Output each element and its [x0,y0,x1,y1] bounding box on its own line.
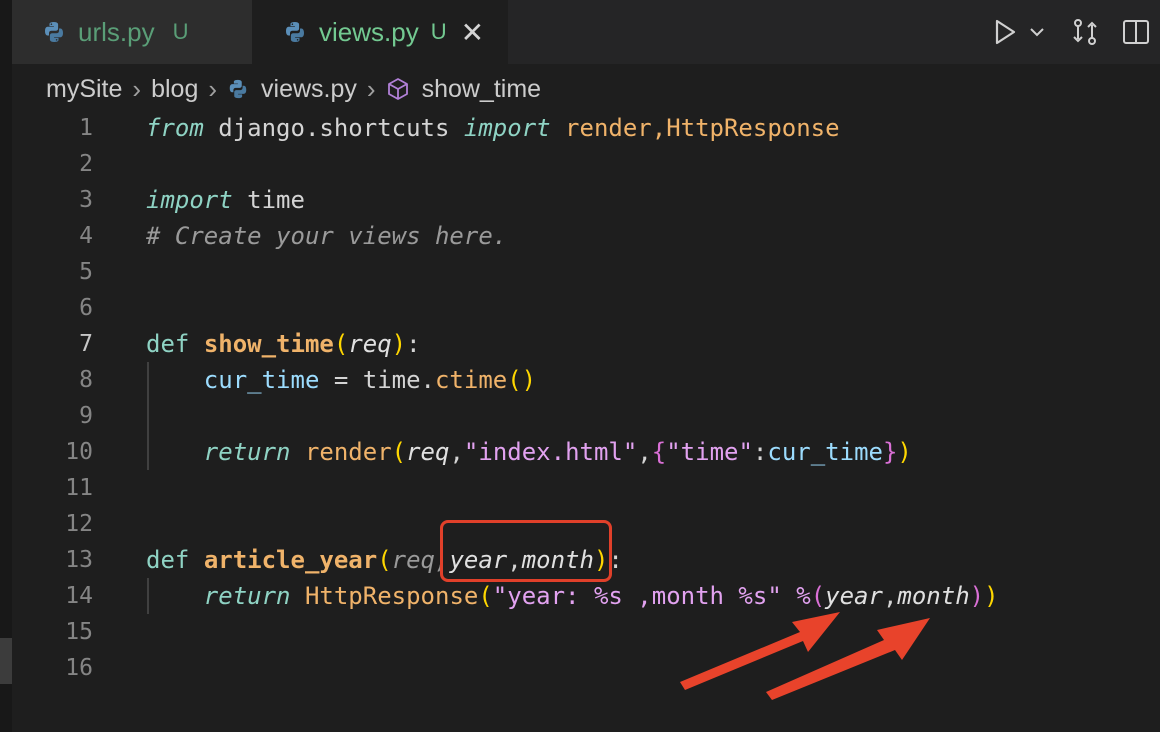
line-number: 10 [65,439,93,465]
code-line: 2 [0,146,1160,182]
breadcrumb-item-blog[interactable]: blog [151,75,198,104]
line-number: 15 [65,619,93,645]
line-number-active: 7 [79,331,93,357]
python-file-icon [286,22,304,42]
code-line: 10 return render(req,"index.html",{"time… [0,434,1160,470]
line-number: 13 [65,547,93,573]
line-number: 2 [79,151,93,177]
chevron-right-icon: › [366,73,376,104]
editor-actions [988,0,1160,64]
split-editor-button[interactable] [1112,12,1160,52]
play-icon [995,19,1016,45]
line-number: 1 [79,115,93,141]
chevron-right-icon: › [132,73,142,104]
code-line: 14 return HttpResponse("year: %s ,month … [0,578,1160,614]
code-line: 5 [0,254,1160,290]
code-line: 3 import time [0,182,1160,218]
code-line: 1 from django.shortcuts import render,Ht… [0,110,1160,146]
code-line: 11 [0,470,1160,506]
code-line: 16 [0,650,1160,686]
code-line: 8 cur_time = time.ctime() [0,362,1160,398]
untracked-badge: U [430,19,447,44]
untracked-badge: U [172,19,189,44]
tab-label: views.py [319,16,419,47]
tab-label: urls.py [78,16,155,47]
highlight-box [440,520,612,582]
line-number: 11 [65,475,93,501]
line-number: 14 [65,583,93,609]
code-line: 7 def show_time(req): [0,326,1160,362]
line-number: 16 [65,655,93,681]
code-line: 4 # Create your views here. [0,218,1160,254]
close-tab-icon[interactable]: ✕ [461,16,484,49]
line-number: 6 [79,295,93,321]
breadcrumb-item-mysite[interactable]: mySite [46,75,122,104]
chevron-right-icon: › [208,73,218,104]
python-file-icon [227,78,249,100]
open-changes-button[interactable] [1058,12,1112,52]
chevron-down-icon [1030,28,1044,37]
python-file-icon [45,22,63,42]
symbol-method-icon [386,77,410,101]
line-number: 8 [79,367,93,393]
line-number: 12 [65,511,93,537]
run-dropdown-button[interactable] [1022,12,1052,52]
line-number: 5 [79,259,93,285]
tab-urls-py[interactable]: urls.py U [12,0,253,64]
line-number: 9 [79,403,93,429]
compare-changes-icon [1073,19,1097,45]
code-line: 9 [0,398,1160,434]
line-number: 4 [79,223,93,249]
split-editor-icon [1123,20,1149,44]
code-line: 6 [0,290,1160,326]
line-number: 3 [79,187,93,213]
breadcrumb-item-views-py[interactable]: views.py [261,75,357,104]
breadcrumb-item-show-time[interactable]: show_time [422,75,542,104]
tab-views-py[interactable]: views.py U ✕ [253,0,508,64]
breadcrumb: mySite › blog › views.py › show_time [46,70,541,108]
code-line: 15 [0,614,1160,650]
run-python-file-button[interactable] [988,12,1022,52]
